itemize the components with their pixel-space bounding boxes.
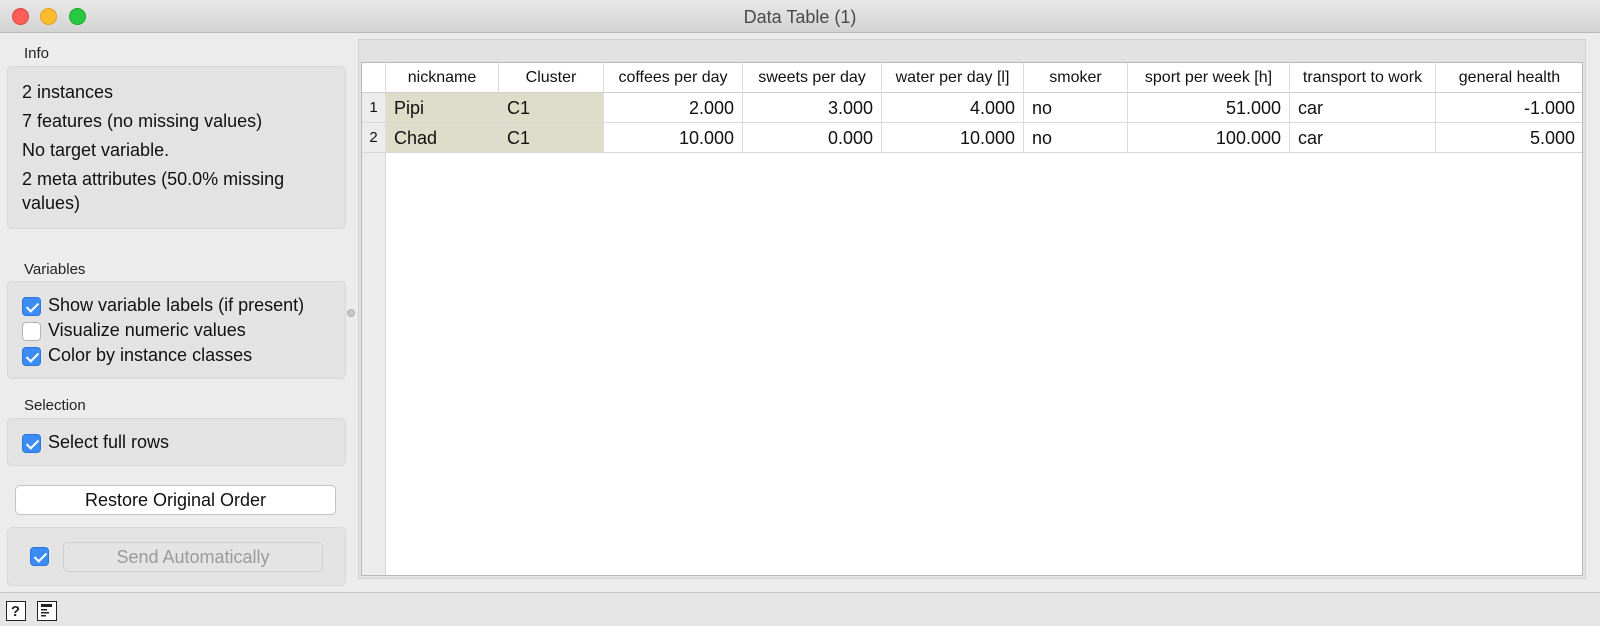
column-header[interactable]: smoker	[1024, 63, 1128, 93]
table-cell[interactable]: 4.000	[882, 93, 1024, 123]
table-cell[interactable]: Pipi	[386, 93, 499, 123]
splitter-handle[interactable]	[347, 309, 355, 317]
info-box: 2 instances 7 features (no missing value…	[7, 66, 346, 229]
status-bar: ?	[0, 592, 1600, 626]
column-header[interactable]: general health	[1436, 63, 1582, 93]
color-by-class-label[interactable]: Color by instance classes	[48, 345, 252, 366]
info-target: No target variable.	[22, 140, 170, 160]
table-cell[interactable]: 10.000	[882, 123, 1024, 153]
visualize-numeric-checkbox[interactable]	[22, 322, 41, 341]
info-features: 7 features (no missing values)	[22, 111, 263, 131]
color-by-class-checkbox[interactable]	[22, 347, 41, 366]
column-header[interactable]: sweets per day	[743, 63, 882, 93]
table-cell[interactable]: 100.000	[1128, 123, 1290, 153]
info-instances: 2 instances	[22, 82, 114, 102]
table-cell[interactable]: 2.000	[604, 93, 743, 123]
table-cell[interactable]: 0.000	[743, 123, 882, 153]
send-box: Send Automatically	[7, 527, 346, 586]
table-cell[interactable]: car	[1290, 123, 1436, 153]
info-meta: 2 meta attributes (50.0% missing	[22, 169, 285, 189]
row-number[interactable]: 1	[362, 93, 386, 123]
table-cell[interactable]: 10.000	[604, 123, 743, 153]
table-cell[interactable]: 51.000	[1128, 93, 1290, 123]
table-cell[interactable]: no	[1024, 123, 1128, 153]
title-bar: Data Table (1)	[0, 0, 1600, 33]
row-number[interactable]: 2	[362, 123, 386, 153]
table-cell[interactable]: 5.000	[1436, 123, 1582, 153]
help-icon[interactable]: ?	[6, 601, 26, 621]
report-icon[interactable]	[37, 601, 57, 621]
visualize-numeric-label[interactable]: Visualize numeric values	[48, 320, 246, 341]
send-automatically-checkbox[interactable]	[30, 547, 49, 566]
table-cell[interactable]: C1	[499, 123, 604, 153]
row-header-column	[362, 93, 386, 575]
selection-box: Select full rows	[7, 418, 346, 466]
table-cell[interactable]: 3.000	[743, 93, 882, 123]
table-cell[interactable]: car	[1290, 93, 1436, 123]
info-section-label: Info	[24, 45, 50, 62]
table-cell[interactable]: C1	[499, 93, 604, 123]
column-header[interactable]: transport to work	[1290, 63, 1436, 93]
corner-header[interactable]	[362, 63, 386, 93]
table-cell[interactable]: -1.000	[1436, 93, 1582, 123]
select-full-rows-label[interactable]: Select full rows	[48, 432, 169, 453]
selection-section-label: Selection	[24, 397, 86, 414]
show-variable-labels-checkbox[interactable]	[22, 297, 41, 316]
column-header[interactable]: sport per week [h]	[1128, 63, 1290, 93]
column-header[interactable]: nickname	[386, 63, 499, 93]
data-table[interactable]: nickname Cluster coffees per day sweets …	[361, 62, 1583, 576]
column-header[interactable]: coffees per day	[604, 63, 743, 93]
window-title: Data Table (1)	[743, 7, 857, 27]
column-header[interactable]: Cluster	[499, 63, 604, 93]
show-variable-labels-label[interactable]: Show variable labels (if present)	[48, 295, 304, 316]
table-cell[interactable]: Chad	[386, 123, 499, 153]
svg-text:?: ?	[11, 603, 20, 619]
variables-section-label: Variables	[24, 261, 86, 278]
select-full-rows-checkbox[interactable]	[22, 434, 41, 453]
info-meta-cont: values)	[22, 193, 81, 213]
variables-box: Show variable labels (if present) Visual…	[7, 281, 346, 379]
column-header[interactable]: water per day [l]	[882, 63, 1024, 93]
send-automatically-button[interactable]: Send Automatically	[63, 542, 323, 572]
table-cell[interactable]: no	[1024, 93, 1128, 123]
restore-original-order-button[interactable]: Restore Original Order	[15, 485, 336, 515]
